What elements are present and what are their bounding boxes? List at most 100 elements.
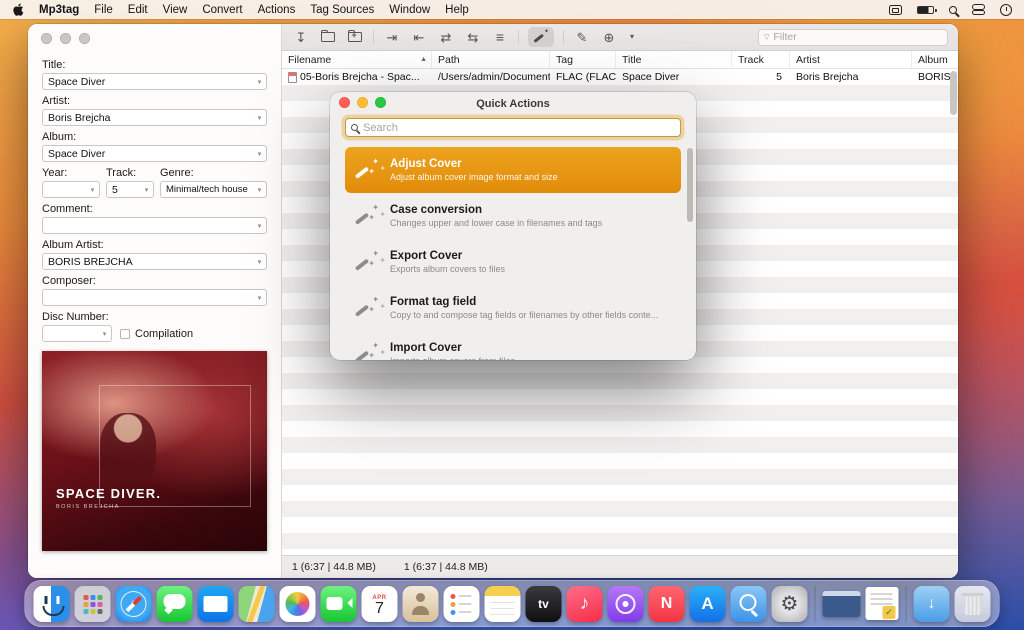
dock-reminders-icon[interactable] [444, 586, 480, 622]
year-combobox[interactable]: ▾ [42, 181, 100, 198]
action-export-cover[interactable]: Export Cover Exports album covers to fil… [345, 239, 681, 285]
chevron-down-icon: ▾ [140, 186, 153, 194]
disc-number-combobox[interactable]: ▾ [42, 325, 112, 342]
menu-bar: Mp3tag File Edit View Convert Actions Ta… [0, 0, 1024, 19]
album-combobox[interactable]: Space Diver▾ [42, 145, 267, 162]
dock-photos-icon[interactable] [280, 586, 316, 622]
dialog-scrollbar-thumb[interactable] [687, 148, 693, 222]
action-case-conversion[interactable]: Case conversion Changes upper and lower … [345, 193, 681, 239]
action-format-tag-field[interactable]: Format tag field Copy to and compose tag… [345, 285, 681, 331]
artist-combobox[interactable]: Boris Brejcha▾ [42, 109, 267, 126]
column-header-path[interactable]: Path [432, 51, 550, 68]
dock-music-icon[interactable]: ♪ [567, 586, 603, 622]
filter-field[interactable]: ▽ [758, 29, 948, 46]
column-header-filename[interactable]: Filename▲ [282, 51, 432, 68]
dock-minimized-window-2[interactable] [866, 587, 899, 620]
battery-icon[interactable] [917, 6, 934, 14]
scrollbar-thumb[interactable] [950, 71, 957, 115]
dock-news-icon[interactable]: N [649, 586, 685, 622]
chevron-down-icon: ▾ [253, 258, 266, 266]
column-header-album[interactable]: Album [912, 51, 958, 68]
dock-finder-icon[interactable] [34, 586, 70, 622]
track-combobox[interactable]: 5▾ [106, 181, 154, 198]
dialog-close-button[interactable] [339, 97, 350, 108]
edit-tag-icon[interactable] [573, 27, 591, 47]
magic-wand-icon [353, 156, 381, 184]
dialog-zoom-button[interactable] [375, 97, 386, 108]
tag-sources-icon[interactable] [600, 27, 618, 47]
menu-edit[interactable]: Edit [128, 4, 148, 16]
title-label: Title: [42, 59, 267, 71]
menu-view[interactable]: View [163, 4, 188, 16]
dock-launchpad-icon[interactable] [75, 586, 111, 622]
clock-icon[interactable] [1000, 4, 1012, 16]
composer-combobox[interactable]: ▾ [42, 289, 267, 306]
dock-system-preferences-icon[interactable]: ⚙ [772, 586, 808, 622]
toolbar-separator [373, 30, 374, 44]
comment-combobox[interactable]: ▾ [42, 217, 267, 234]
close-window-button[interactable] [41, 33, 52, 44]
quick-actions-search-field[interactable] [345, 118, 681, 137]
album-cover-art[interactable]: SPACE DIVER. BORIS BREJCHA [42, 351, 267, 551]
filter-input[interactable] [773, 31, 942, 43]
convert-filename-filename-icon[interactable] [437, 27, 455, 47]
action-adjust-cover[interactable]: Adjust Cover Adjust album cover image fo… [345, 147, 681, 193]
dock-preview-icon[interactable] [731, 586, 767, 622]
search-icon [351, 124, 358, 131]
dock-separator [815, 586, 816, 622]
dock-tv-icon[interactable]: tv [526, 586, 562, 622]
dock-mail-icon[interactable] [198, 586, 234, 622]
dock-safari-icon[interactable] [116, 586, 152, 622]
apple-menu-icon[interactable] [12, 3, 24, 16]
screen-mirroring-icon[interactable] [889, 5, 902, 15]
dock-maps-icon[interactable] [239, 586, 275, 622]
minimize-window-button[interactable] [60, 33, 71, 44]
dock-facetime-icon[interactable] [321, 586, 357, 622]
dock-trash-icon[interactable] [955, 586, 991, 622]
table-row[interactable]: 05-Boris Brejcha - Spac... /Users/admin/… [282, 69, 958, 85]
zoom-window-button[interactable] [79, 33, 90, 44]
add-directory-icon[interactable] [346, 27, 364, 47]
convert-tag-filename-icon[interactable] [383, 27, 401, 47]
dock-minimized-window-1[interactable] [823, 591, 861, 617]
open-folder-icon[interactable] [319, 27, 337, 47]
tag-sources-chevron-icon[interactable] [627, 27, 637, 47]
dock-calendar-icon[interactable]: APR 7 [362, 586, 398, 622]
vertical-scrollbar[interactable] [950, 71, 957, 554]
search-input[interactable] [363, 122, 675, 134]
convert-filename-tag-icon[interactable] [410, 27, 428, 47]
dock-messages-icon[interactable] [157, 586, 193, 622]
control-center-icon[interactable] [972, 4, 985, 15]
genre-combobox[interactable]: Minimal/tech house▾ [160, 181, 267, 198]
dock-appstore-icon[interactable]: A [690, 586, 726, 622]
dock-notes-icon[interactable] [485, 586, 521, 622]
cover-artist-text: BORIS BREJCHA [56, 504, 120, 510]
magic-wand-icon [353, 294, 381, 322]
convert-text-file-icon[interactable] [464, 27, 482, 47]
dock-contacts-icon[interactable] [403, 586, 439, 622]
spotlight-search-icon[interactable] [949, 6, 957, 14]
dock-podcasts-icon[interactable] [608, 586, 644, 622]
menu-file[interactable]: File [94, 4, 113, 16]
title-combobox[interactable]: Space Diver▾ [42, 73, 267, 90]
desktop: Mp3tag File Edit View Convert Actions Ta… [0, 0, 1024, 630]
action-import-cover[interactable]: Import Cover Imports album covers from f… [345, 331, 681, 360]
dock-downloads-icon[interactable]: ↓ [914, 586, 950, 622]
quick-actions-icon[interactable] [528, 27, 554, 47]
menu-window[interactable]: Window [389, 4, 430, 16]
menu-actions[interactable]: Actions [258, 4, 296, 16]
column-header-title[interactable]: Title [616, 51, 732, 68]
menu-help[interactable]: Help [445, 4, 469, 16]
album-artist-combobox[interactable]: BORIS BREJCHA▾ [42, 253, 267, 270]
menu-app-name[interactable]: Mp3tag [39, 4, 79, 16]
tracklist-icon[interactable] [491, 27, 509, 47]
magic-wand-icon [353, 340, 381, 360]
column-header-artist[interactable]: Artist [790, 51, 912, 68]
compilation-checkbox[interactable] [120, 329, 130, 339]
column-header-tag[interactable]: Tag [550, 51, 616, 68]
save-tag-icon[interactable] [292, 27, 310, 47]
menu-convert[interactable]: Convert [202, 4, 242, 16]
column-header-track[interactable]: Track [732, 51, 790, 68]
menu-tag-sources[interactable]: Tag Sources [310, 4, 374, 16]
dialog-minimize-button[interactable] [357, 97, 368, 108]
